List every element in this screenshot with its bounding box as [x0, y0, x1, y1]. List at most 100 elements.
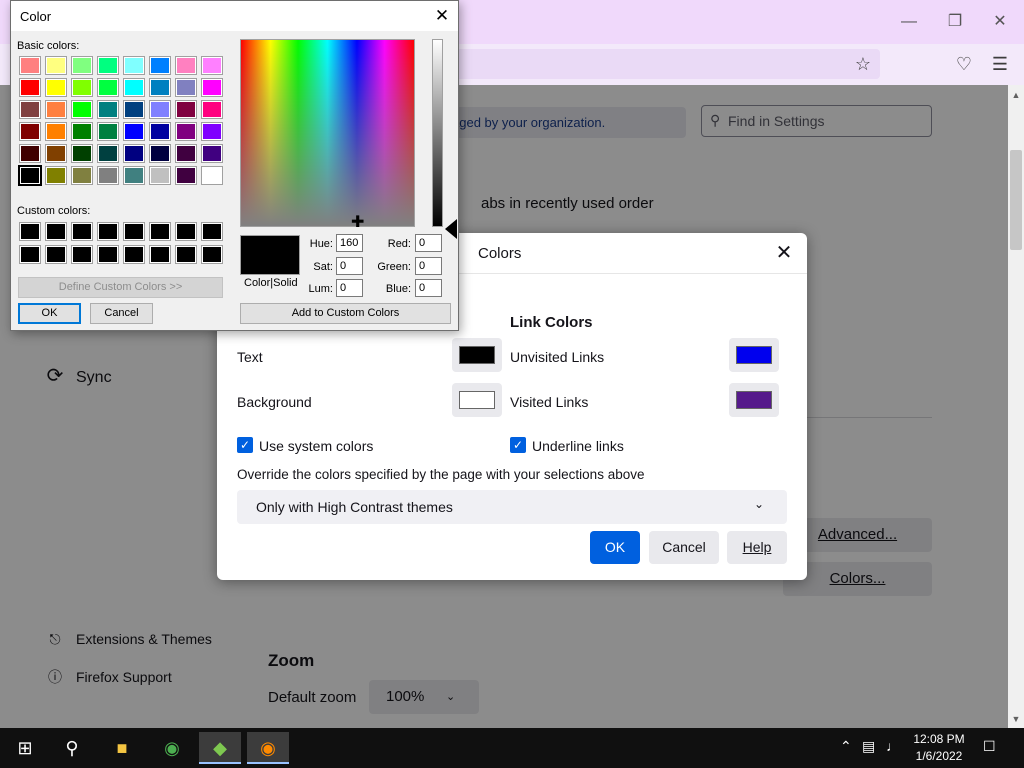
basic-color-swatch[interactable]	[175, 56, 197, 75]
blue-field[interactable]: 0	[415, 279, 442, 297]
background-color-button[interactable]	[452, 383, 502, 417]
basic-color-swatch[interactable]	[149, 122, 171, 141]
restore-icon[interactable]: ❐	[940, 10, 970, 34]
basic-color-swatch[interactable]	[45, 100, 67, 119]
luminosity-slider[interactable]	[432, 39, 443, 227]
basic-color-swatch[interactable]	[45, 122, 67, 141]
basic-color-swatch[interactable]	[71, 78, 93, 97]
basic-color-swatch[interactable]	[45, 78, 67, 97]
basic-color-swatch[interactable]	[149, 78, 171, 97]
hamburger-menu-icon[interactable]: ☰	[988, 52, 1012, 76]
basic-color-swatch[interactable]	[175, 100, 197, 119]
add-to-custom-colors-button[interactable]: Add to Custom Colors	[240, 303, 451, 324]
basic-color-swatch[interactable]	[45, 166, 67, 185]
ok-button[interactable]: OK	[18, 303, 81, 324]
start-icon[interactable]: ⊞	[4, 732, 46, 764]
scrollbar-thumb[interactable]	[1010, 150, 1022, 250]
basic-color-swatch[interactable]	[71, 144, 93, 163]
custom-color-swatch[interactable]	[71, 245, 93, 264]
color-spectrum[interactable]	[240, 39, 415, 227]
basic-color-swatch[interactable]	[18, 165, 42, 186]
basic-color-swatch[interactable]	[19, 56, 41, 75]
underline-links-checkbox[interactable]: ✓	[510, 437, 526, 453]
chrome-icon[interactable]: ◉	[151, 732, 193, 764]
basic-color-swatch[interactable]	[123, 100, 145, 119]
basic-color-swatch[interactable]	[97, 78, 119, 97]
custom-color-swatch[interactable]	[123, 245, 145, 264]
file-explorer-icon[interactable]: ■	[101, 732, 143, 764]
basic-color-swatch[interactable]	[97, 100, 119, 119]
basic-color-swatch[interactable]	[45, 56, 67, 75]
custom-color-swatch[interactable]	[97, 245, 119, 264]
custom-color-swatch[interactable]	[71, 222, 93, 241]
cancel-button[interactable]: Cancel	[649, 531, 719, 564]
custom-color-swatch[interactable]	[149, 222, 171, 241]
ok-button[interactable]: OK	[590, 531, 640, 564]
search-icon[interactable]: ⚲	[51, 732, 93, 764]
help-button[interactable]: Help	[727, 531, 787, 564]
define-custom-colors-button[interactable]: Define Custom Colors >>	[18, 277, 223, 298]
basic-color-swatch[interactable]	[201, 122, 223, 141]
custom-color-swatch[interactable]	[45, 245, 67, 264]
basic-color-swatch[interactable]	[19, 78, 41, 97]
custom-color-swatch[interactable]	[97, 222, 119, 241]
basic-color-swatch[interactable]	[45, 144, 67, 163]
custom-color-swatch[interactable]	[149, 245, 171, 264]
basic-color-swatch[interactable]	[123, 56, 145, 75]
basic-color-swatch[interactable]	[149, 166, 171, 185]
basic-color-swatch[interactable]	[19, 100, 41, 119]
basic-color-swatch[interactable]	[201, 78, 223, 97]
custom-color-swatch[interactable]	[201, 222, 223, 241]
close-icon[interactable]: ✕	[770, 239, 798, 267]
clock[interactable]: 12:08 PM 1/6/2022	[904, 731, 974, 765]
basic-color-swatch[interactable]	[201, 100, 223, 119]
text-color-button[interactable]	[452, 338, 502, 372]
basic-color-swatch[interactable]	[71, 122, 93, 141]
basic-color-swatch[interactable]	[71, 166, 93, 185]
basic-color-swatch[interactable]	[123, 144, 145, 163]
basic-color-swatch[interactable]	[123, 122, 145, 141]
basic-color-swatch[interactable]	[175, 78, 197, 97]
use-system-colors-label[interactable]: Use system colors	[259, 438, 373, 454]
scroll-down-icon[interactable]: ▼	[1009, 712, 1023, 726]
star-icon[interactable]: ☆	[851, 52, 875, 76]
custom-color-swatch[interactable]	[201, 245, 223, 264]
close-icon[interactable]: ✕	[427, 4, 457, 28]
firefox-icon[interactable]: ◉	[247, 732, 289, 764]
chevron-up-icon[interactable]: ⌃	[840, 738, 852, 755]
basic-color-swatch[interactable]	[71, 56, 93, 75]
basic-color-swatch[interactable]	[123, 78, 145, 97]
custom-color-swatch[interactable]	[123, 222, 145, 241]
basic-color-swatch[interactable]	[149, 100, 171, 119]
basic-color-swatch[interactable]	[19, 144, 41, 163]
override-colors-select[interactable]: Only with High Contrast themes ⌄	[237, 490, 787, 524]
basic-color-swatch[interactable]	[97, 166, 119, 185]
visited-links-color-button[interactable]	[729, 383, 779, 417]
green-field[interactable]: 0	[415, 257, 442, 275]
basic-color-swatch[interactable]	[175, 144, 197, 163]
basic-color-swatch[interactable]	[149, 56, 171, 75]
lum-field[interactable]: 0	[336, 279, 363, 297]
app-icon[interactable]: ◆	[199, 732, 241, 764]
basic-color-swatch[interactable]	[175, 166, 197, 185]
custom-color-swatch[interactable]	[19, 222, 41, 241]
unvisited-links-color-button[interactable]	[729, 338, 779, 372]
custom-color-swatch[interactable]	[45, 222, 67, 241]
basic-color-swatch[interactable]	[201, 166, 223, 185]
basic-color-swatch[interactable]	[97, 56, 119, 75]
basic-color-swatch[interactable]	[175, 122, 197, 141]
volume-muted-icon[interactable]: ♩	[886, 738, 900, 754]
close-icon[interactable]: ✕	[985, 10, 1015, 34]
custom-color-swatch[interactable]	[175, 245, 197, 264]
basic-color-swatch[interactable]	[123, 166, 145, 185]
custom-color-swatch[interactable]	[19, 245, 41, 264]
url-bar[interactable]	[440, 49, 880, 79]
basic-color-swatch[interactable]	[149, 144, 171, 163]
basic-color-swatch[interactable]	[201, 56, 223, 75]
minimize-icon[interactable]: —	[894, 10, 924, 34]
hue-field[interactable]: 160	[336, 234, 363, 252]
basic-color-swatch[interactable]	[71, 100, 93, 119]
scroll-up-icon[interactable]: ▲	[1009, 88, 1023, 102]
notifications-icon[interactable]: ☐	[983, 738, 996, 755]
underline-links-label[interactable]: Underline links	[532, 438, 624, 454]
